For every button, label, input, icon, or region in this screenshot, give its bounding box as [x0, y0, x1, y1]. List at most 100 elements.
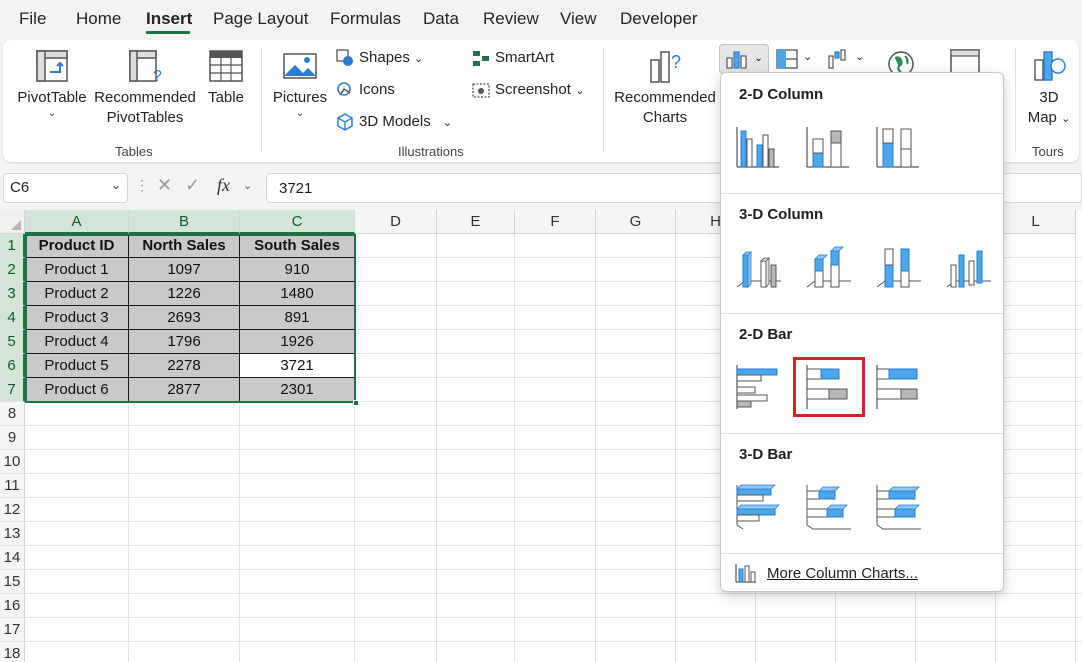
icons-button[interactable]: Icons [335, 80, 395, 100]
3d-clustered-bar-option[interactable] [733, 481, 785, 533]
chevron-down-icon: ⌄ [243, 180, 253, 192]
row-header-12[interactable]: 12 [0, 498, 25, 522]
row-header-10[interactable]: 10 [0, 450, 25, 474]
3d-map-button[interactable]: 3D Map ⌄ [1021, 48, 1077, 129]
row-header-11[interactable]: 11 [0, 474, 25, 498]
recommended-charts-icon: ? [650, 51, 681, 83]
select-all-button[interactable] [0, 210, 25, 234]
column-header-l[interactable]: L [996, 210, 1076, 234]
grid-line [25, 617, 1082, 618]
table-cell[interactable]: Product 5 [25, 354, 129, 378]
3d-100-stacked-column-option[interactable] [873, 241, 925, 293]
row-header-15[interactable]: 15 [0, 570, 25, 594]
chevron-down-icon: ⌄ [110, 178, 121, 192]
insert-function-icon[interactable]: fx [217, 175, 230, 196]
table-cell[interactable]: 1480 [240, 282, 355, 306]
column-header-e[interactable]: E [437, 210, 515, 234]
table-button[interactable]: Table [203, 48, 249, 108]
tab-view[interactable]: View [560, 9, 597, 29]
table-cell[interactable]: 891 [240, 306, 355, 330]
table-cell[interactable]: Product 2 [25, 282, 129, 306]
3d-map-icon [1034, 51, 1066, 81]
row-header-18[interactable]: 18 [0, 642, 25, 662]
100-stacked-bar-option[interactable] [873, 361, 925, 413]
table-cell[interactable]: 1926 [240, 330, 355, 354]
3d-models-label: 3D Models [359, 112, 431, 130]
tab-formulas[interactable]: Formulas [330, 9, 401, 29]
row-header-1[interactable]: 1 [0, 234, 25, 258]
cancel-icon[interactable]: ✕ [157, 175, 172, 196]
row-header-14[interactable]: 14 [0, 546, 25, 570]
pivottable-button[interactable]: PivotTable ⌄ [17, 48, 87, 120]
tab-page-layout[interactable]: Page Layout [213, 9, 308, 29]
row-header-8[interactable]: 8 [0, 402, 25, 426]
table-cell[interactable]: 2301 [240, 378, 355, 402]
table-cell[interactable]: Product 1 [25, 258, 129, 282]
clustered-column-option[interactable] [733, 121, 785, 173]
table-header-cell[interactable]: South Sales [240, 234, 355, 258]
smartart-button[interactable]: SmartArt [471, 48, 554, 68]
chevron-down-icon: ⌄ [414, 52, 424, 65]
row-header-13[interactable]: 13 [0, 522, 25, 546]
clustered-bar-option[interactable] [733, 361, 785, 413]
tab-data[interactable]: Data [423, 9, 459, 29]
tab-file[interactable]: File [19, 9, 46, 29]
column-header-f[interactable]: F [515, 210, 596, 234]
table-cell[interactable]: 3721 [240, 354, 355, 378]
table-header-cell[interactable]: North Sales [129, 234, 240, 258]
table-cell[interactable]: Product 3 [25, 306, 129, 330]
column-chart-icon [735, 564, 756, 583]
3d-stacked-bar-option[interactable] [803, 481, 855, 533]
tab-insert[interactable]: Insert [146, 9, 192, 29]
3d-clustered-column-option[interactable] [733, 241, 785, 293]
table-cell[interactable]: 2278 [129, 354, 240, 378]
more-column-charts-link[interactable]: More Column Charts... [767, 565, 918, 582]
row-header-7[interactable]: 7 [0, 378, 25, 402]
group-separator [603, 48, 604, 152]
row-header-4[interactable]: 4 [0, 306, 25, 330]
3d-stacked-column-option[interactable] [803, 241, 855, 293]
pictures-button[interactable]: Pictures ⌄ [271, 48, 329, 120]
column-header-a[interactable]: A [25, 210, 129, 234]
fill-handle[interactable] [353, 400, 359, 406]
table-cell[interactable]: 2693 [129, 306, 240, 330]
tab-home[interactable]: Home [76, 9, 121, 29]
row-header-17[interactable]: 17 [0, 618, 25, 642]
row-header-9[interactable]: 9 [0, 426, 25, 450]
insert-waterfall-chart-button[interactable]: ⌄ [825, 46, 869, 74]
tab-review[interactable]: Review [483, 9, 539, 29]
smartart-icon [473, 51, 489, 66]
recommended-pivottables-button[interactable]: ? Recommended PivotTables [93, 48, 197, 128]
table-header-cell[interactable]: Product ID [25, 234, 129, 258]
shapes-button[interactable]: Shapes ⌄ [335, 48, 423, 68]
table-cell[interactable]: 1796 [129, 330, 240, 354]
tab-developer[interactable]: Developer [620, 9, 698, 29]
row-header-16[interactable]: 16 [0, 594, 25, 618]
insert-column-chart-button[interactable]: ⌄ [719, 44, 769, 74]
table-cell[interactable]: 1226 [129, 282, 240, 306]
column-header-g[interactable]: G [596, 210, 676, 234]
row-header-6[interactable]: 6 [0, 354, 25, 378]
recommended-charts-button[interactable]: ? Recommended Charts [611, 48, 719, 128]
row-header-3[interactable]: 3 [0, 282, 25, 306]
table-cell[interactable]: 1097 [129, 258, 240, 282]
stacked-column-option[interactable] [803, 121, 855, 173]
3d-column-option[interactable] [943, 241, 995, 293]
row-header-2[interactable]: 2 [0, 258, 25, 282]
column-header-b[interactable]: B [129, 210, 240, 234]
insert-hierarchy-chart-button[interactable]: ⌄ [773, 46, 817, 74]
screenshot-button[interactable]: Screenshot ⌄ [471, 80, 584, 100]
table-cell[interactable]: 2877 [129, 378, 240, 402]
100-stacked-column-option[interactable] [873, 121, 925, 173]
stacked-bar-option[interactable] [793, 357, 865, 417]
column-header-c[interactable]: C [240, 210, 355, 234]
table-cell[interactable]: Product 6 [25, 378, 129, 402]
row-header-5[interactable]: 5 [0, 330, 25, 354]
table-cell[interactable]: 910 [240, 258, 355, 282]
column-header-d[interactable]: D [355, 210, 437, 234]
3d-models-button[interactable]: 3D Models ⌄ [335, 112, 452, 132]
enter-icon[interactable]: ✓ [185, 175, 200, 196]
name-box[interactable]: C6 ⌄ [3, 173, 128, 203]
table-cell[interactable]: Product 4 [25, 330, 129, 354]
3d-100-stacked-bar-option[interactable] [873, 481, 925, 533]
